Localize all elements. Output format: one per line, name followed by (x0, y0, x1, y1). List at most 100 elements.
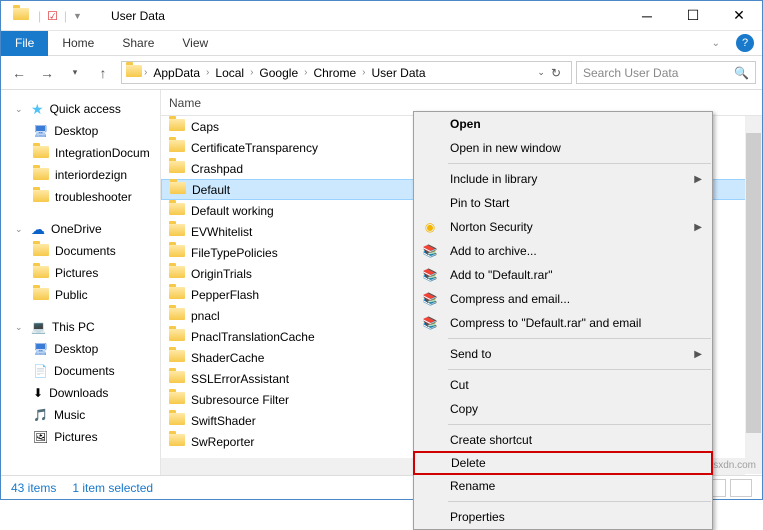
menu-item-cut[interactable]: Cut (414, 373, 712, 397)
sidebar-item-label: Desktop (54, 124, 98, 138)
menu-item-rename[interactable]: Rename (414, 474, 712, 498)
folder-icon (33, 190, 49, 205)
back-button[interactable]: ← (5, 59, 33, 87)
folder-icon (33, 266, 49, 281)
ribbon-expand-icon[interactable]: ⌄ (704, 38, 728, 49)
chevron-right-icon: ▶ (694, 349, 702, 360)
menu-separator (448, 501, 711, 502)
sidebar-item[interactable]: 📄Documents (1, 360, 160, 382)
properties-icon[interactable]: ☑ (47, 9, 58, 23)
documents-icon: 📄 (33, 364, 48, 378)
folder-icon (170, 182, 186, 197)
column-header-name[interactable]: Name (169, 96, 419, 110)
scrollbar-thumb[interactable] (746, 133, 761, 433)
chevron-down-icon[interactable]: ⌄ (15, 104, 25, 115)
sidebar-item[interactable]: Public (1, 284, 160, 306)
menu-item-properties[interactable]: Properties (414, 505, 712, 529)
folder-icon (33, 168, 49, 183)
address-bar[interactable]: › AppData › Local › Google › Chrome › Us… (121, 61, 572, 84)
icons-view-button[interactable] (730, 479, 752, 497)
sidebar-item[interactable]: Pictures (1, 262, 160, 284)
sidebar-item[interactable]: interiordezign (1, 164, 160, 186)
chevron-down-icon[interactable]: ⌄ (15, 322, 25, 333)
qat-dropdown-icon[interactable]: ▼ (73, 11, 82, 21)
qat-separator: | (38, 9, 41, 23)
chevron-right-icon[interactable]: › (204, 67, 211, 78)
chevron-down-icon[interactable]: ⌄ (15, 224, 25, 235)
status-selected-count: 1 item selected (72, 481, 153, 495)
menu-item-pin-start[interactable]: Pin to Start (414, 191, 712, 215)
folder-icon (169, 350, 185, 365)
sidebar-item-label: Quick access (50, 102, 121, 116)
file-name: SwiftShader (191, 414, 256, 428)
pc-icon: 💻 (31, 320, 46, 334)
tab-home[interactable]: Home (48, 31, 108, 56)
file-name: Subresource Filter (191, 393, 289, 407)
crumb[interactable]: User Data (368, 66, 430, 80)
crumb[interactable]: Chrome (309, 66, 360, 80)
menu-item-open-new-window[interactable]: Open in new window (414, 136, 712, 160)
menu-item-copy[interactable]: Copy (414, 397, 712, 421)
search-input[interactable]: Search User Data 🔍 (576, 61, 756, 84)
watermark: wsxdn.com (706, 460, 756, 471)
sidebar-item-quick-access[interactable]: ⌄ ★ Quick access (1, 98, 160, 120)
menu-separator (448, 163, 711, 164)
maximize-button[interactable]: ☐ (670, 1, 716, 31)
file-name: pnacl (191, 309, 220, 323)
menu-item-compress-email[interactable]: 📚Compress and email... (414, 287, 712, 311)
address-dropdown-icon[interactable]: ⌄ (537, 67, 545, 78)
folder-icon (169, 434, 185, 449)
sidebar-item[interactable]: 🎵Music (1, 404, 160, 426)
sidebar-item-thispc[interactable]: ⌄ 💻 This PC (1, 316, 160, 338)
vertical-scrollbar[interactable] (745, 116, 762, 474)
menu-item-open[interactable]: Open (414, 112, 712, 136)
navigation-pane[interactable]: ⌄ ★ Quick access 🖥 Desktop IntegrationDoc… (1, 90, 161, 475)
chevron-right-icon[interactable]: › (360, 67, 367, 78)
context-menu: Open Open in new window Include in libra… (413, 111, 713, 530)
history-dropdown-icon[interactable]: ▾ (61, 59, 89, 87)
navbar: ← → ▾ ↑ › AppData › Local › Google › Chr… (1, 56, 762, 90)
chevron-right-icon[interactable]: › (142, 67, 149, 78)
crumb[interactable]: Local (211, 66, 248, 80)
sidebar-item-label: troubleshooter (55, 190, 132, 204)
minimize-button[interactable]: ─ (624, 1, 670, 31)
sidebar-item[interactable]: ⬇Downloads (1, 382, 160, 404)
menu-item-send-to[interactable]: Send to▶ (414, 342, 712, 366)
sidebar-item-onedrive[interactable]: ⌄ ☁ OneDrive (1, 218, 160, 240)
sidebar-item[interactable]: troubleshooter (1, 186, 160, 208)
tab-view[interactable]: View (168, 31, 222, 56)
sidebar-item[interactable]: IntegrationDocum (1, 142, 160, 164)
menu-item-create-shortcut[interactable]: Create shortcut (414, 428, 712, 452)
up-button[interactable]: ↑ (89, 59, 117, 87)
sidebar-item[interactable]: Documents (1, 240, 160, 262)
menu-item-include-library[interactable]: Include in library▶ (414, 167, 712, 191)
file-name: SwReporter (191, 435, 254, 449)
chevron-right-icon[interactable]: › (248, 67, 255, 78)
crumb[interactable]: Google (255, 66, 302, 80)
chevron-right-icon[interactable]: › (302, 67, 309, 78)
file-name: Caps (191, 120, 219, 134)
refresh-icon[interactable]: ↻ (551, 66, 561, 80)
file-name: Default (192, 183, 230, 197)
menu-item-add-archive[interactable]: 📚Add to archive... (414, 239, 712, 263)
forward-button[interactable]: → (33, 59, 61, 87)
crumb[interactable]: AppData (149, 66, 204, 80)
menu-item-delete[interactable]: Delete (413, 451, 713, 475)
sidebar-item[interactable]: 🖥Desktop (1, 338, 160, 360)
menu-separator (448, 369, 711, 370)
file-name: CertificateTransparency (191, 141, 318, 155)
help-icon[interactable]: ? (736, 34, 754, 52)
monitor-icon: 🖥 (33, 124, 48, 138)
folder-icon (169, 245, 185, 260)
sidebar-item[interactable]: 🖼Pictures (1, 426, 160, 448)
sidebar-item-desktop[interactable]: 🖥 Desktop (1, 120, 160, 142)
menu-item-compress-default-email[interactable]: 📚Compress to "Default.rar" and email (414, 311, 712, 335)
menu-item-norton[interactable]: ◉Norton Security▶ (414, 215, 712, 239)
folder-icon (169, 371, 185, 386)
file-tab[interactable]: File (1, 31, 48, 56)
monitor-icon: 🖥 (33, 342, 48, 356)
menu-item-add-default-rar[interactable]: 📚Add to "Default.rar" (414, 263, 712, 287)
tab-share[interactable]: Share (108, 31, 168, 56)
close-button[interactable]: ✕ (716, 1, 762, 31)
search-placeholder: Search User Data (583, 66, 678, 80)
